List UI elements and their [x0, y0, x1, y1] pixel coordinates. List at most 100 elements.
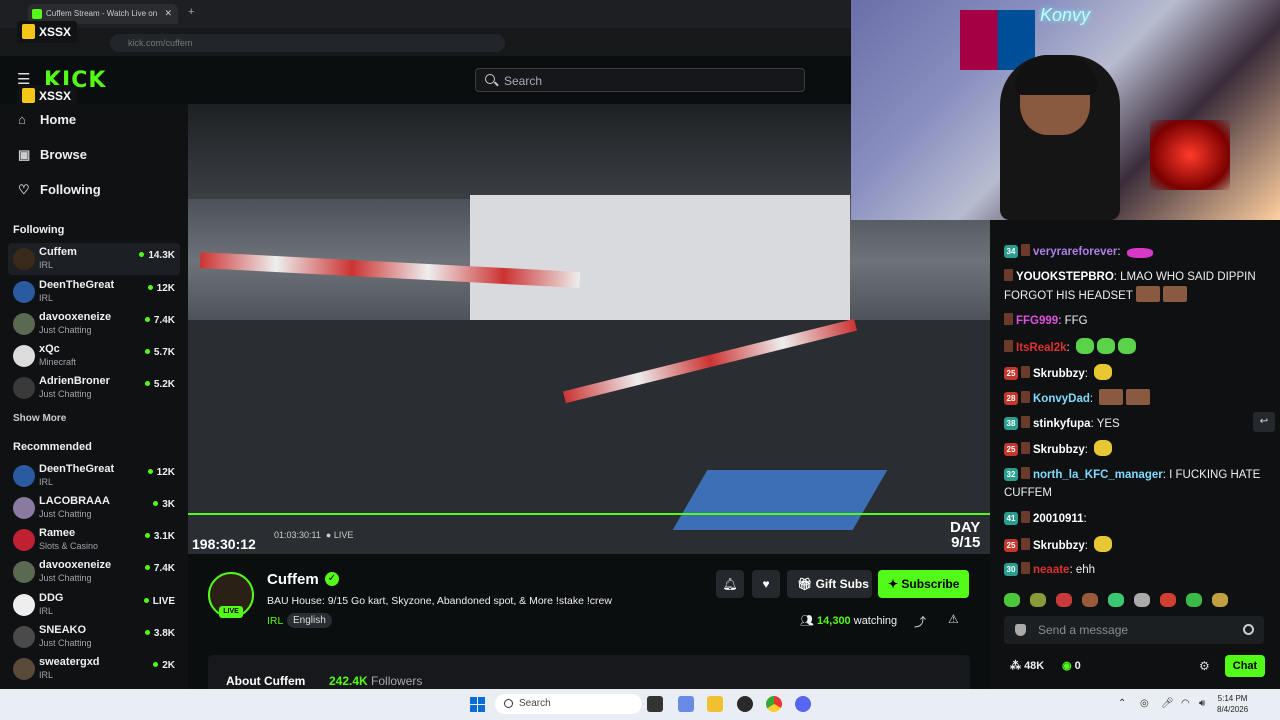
chat-username[interactable]: Skrubbzy — [1033, 444, 1085, 456]
channel-ddg[interactable]: DDG IRL LIVE — [8, 589, 180, 621]
report-icon[interactable]: ⚠ — [948, 612, 959, 626]
chat-username[interactable]: veryrareforever — [1033, 246, 1117, 258]
avatar — [13, 529, 35, 551]
users-icon: ⁂ — [1010, 660, 1021, 672]
chat-badge-icon — [1004, 340, 1013, 352]
channel-deenthegreat[interactable]: DeenTheGreat IRL 12K — [8, 460, 180, 492]
wifi-icon[interactable]: ◠ — [1181, 698, 1190, 709]
microphone-icon[interactable]: 🎤︎ — [1161, 698, 1174, 709]
channel-lacobraaa[interactable]: LACOBRAAA Just Chatting 3K — [8, 492, 180, 524]
webcam-streamer-hair — [1015, 55, 1097, 95]
emote-icon[interactable] — [1082, 593, 1098, 607]
chat-username[interactable]: Skrubbzy — [1033, 540, 1085, 552]
clock-time: 5:14 PM — [1217, 694, 1248, 703]
notification-bell-button[interactable]: 🔔︎ — [716, 570, 744, 598]
chat-username[interactable]: stinkyfupa — [1033, 418, 1091, 430]
nav-home[interactable]: ⌂ Home — [18, 112, 76, 127]
streamer-name[interactable]: Cuffem — [267, 571, 319, 588]
chat-input[interactable]: Send a message — [1004, 616, 1264, 644]
chat-username[interactable]: Skrubbzy — [1033, 368, 1085, 380]
nav-browse[interactable]: ▣ Browse — [18, 147, 87, 163]
channel-cuffem[interactable]: Cuffem IRL 14.3K — [8, 243, 180, 275]
tray-chevron-icon[interactable]: ⌃ — [1118, 698, 1126, 709]
app-icon[interactable] — [737, 696, 753, 712]
channel-category: Just Chatting — [39, 389, 92, 399]
channel-xqc[interactable]: xQc Minecraft 5.7K — [8, 340, 180, 372]
chat-username[interactable]: neaate — [1033, 564, 1069, 576]
nav-following[interactable]: ♡ Following — [18, 182, 101, 198]
avatar — [13, 377, 35, 399]
avatar — [13, 594, 35, 616]
chrome-icon[interactable] — [766, 696, 782, 712]
url-field[interactable]: kick.com/cuffem — [110, 34, 505, 52]
emote-icon[interactable] — [1212, 593, 1228, 607]
chat-username[interactable]: FFG999 — [1016, 315, 1058, 327]
emote-icon[interactable] — [1108, 593, 1124, 607]
channel-davooxeneize[interactable]: davooxeneize Just Chatting 7.4K — [8, 556, 180, 588]
language-tag[interactable]: English — [287, 613, 332, 628]
channel-deenthegreat[interactable]: DeenTheGreat IRL 12K — [8, 276, 180, 308]
chat-emote-icon — [1099, 389, 1124, 405]
network-icon[interactable]: ◎ — [1140, 698, 1149, 709]
chat-emote-icon — [1075, 338, 1094, 354]
chat-level-badge: 34 — [1004, 245, 1018, 258]
chat-send-button[interactable]: Chat — [1225, 655, 1265, 677]
taskbar-search[interactable]: Search — [495, 694, 642, 714]
chat-username[interactable]: YOUOKSTEPBRO — [1016, 271, 1114, 283]
chat-message: 32 north_la_KFC_manager: I FUCKING HATE C… — [1004, 467, 1261, 499]
chat-username[interactable]: 20010911 — [1033, 513, 1084, 525]
people-icon: 👥︎ — [800, 615, 814, 627]
chat-username[interactable]: north_la_KFC_manager — [1033, 469, 1163, 481]
viewer-count: 12K — [148, 283, 175, 294]
new-tab-icon[interactable]: + — [188, 6, 194, 18]
emoji-icon[interactable] — [1243, 624, 1254, 635]
category-link[interactable]: IRL — [267, 615, 283, 627]
video-scene-ceiling — [188, 104, 851, 199]
chat-username[interactable]: ItsReal2k — [1016, 342, 1067, 354]
emote-icon[interactable] — [1134, 593, 1150, 607]
channel-davooxeneize[interactable]: davooxeneize Just Chatting 7.4K — [8, 308, 180, 340]
emote-icon[interactable] — [1056, 593, 1072, 607]
scroll-to-bottom-icon[interactable]: ↩ — [1253, 412, 1275, 432]
heart-icon: ♥ — [762, 577, 770, 591]
verified-icon: ✓ — [325, 572, 339, 586]
discord-icon[interactable] — [795, 696, 811, 712]
chat-points-value: 0 — [1074, 660, 1081, 672]
chat-level-badge: 25 — [1004, 443, 1018, 456]
chat-badge-icon — [1021, 467, 1030, 479]
show-more-link[interactable]: Show More — [13, 413, 66, 424]
channel-name: Cuffem — [39, 246, 77, 258]
share-icon[interactable]: ⤴ — [914, 613, 926, 630]
chat-username[interactable]: KonvyDad — [1033, 393, 1090, 405]
chat-emote-icon — [1162, 286, 1187, 302]
windows-start-icon[interactable] — [470, 697, 485, 712]
follow-button[interactable]: ♥ — [752, 570, 780, 598]
channel-sweatergxd[interactable]: sweatergxd IRL 2K — [8, 653, 180, 685]
volume-icon[interactable]: 🔊︎ — [1199, 698, 1205, 709]
gift-subs-button[interactable]: 🎁︎ Gift Subs — [787, 570, 872, 598]
emote-icon[interactable] — [1004, 593, 1020, 607]
day-counter: DAY 9/15 — [950, 520, 980, 550]
viewer-count: 3K — [153, 499, 175, 510]
system-clock[interactable]: 5:14 PM 8/4/2026 — [1217, 693, 1248, 715]
video-progress-bar[interactable] — [188, 513, 990, 515]
file-explorer-icon[interactable] — [707, 696, 723, 712]
task-view-icon[interactable] — [647, 696, 663, 712]
search-input[interactable]: Search — [475, 68, 805, 92]
viewer-count: 12K — [148, 467, 175, 478]
emote-icon[interactable] — [1160, 593, 1176, 607]
avatar — [13, 345, 35, 367]
avatar — [13, 626, 35, 648]
subscribe-button[interactable]: ✦ Subscribe — [878, 570, 969, 598]
channel-ramee[interactable]: Ramee Slots & Casino 3.1K — [8, 524, 180, 556]
copilot-icon[interactable] — [678, 696, 694, 712]
channel-adrienbroner[interactable]: AdrienBroner Just Chatting 5.2K — [8, 372, 180, 404]
channel-sneako[interactable]: SNEAKO Just Chatting 3.8K — [8, 621, 180, 653]
close-tab-icon[interactable]: ✕ — [164, 8, 172, 19]
gear-icon[interactable]: ⚙ — [1199, 659, 1210, 673]
chat-badge-icon — [1021, 562, 1030, 574]
chat-text: FFG — [1064, 315, 1088, 327]
emote-icon[interactable] — [1186, 593, 1202, 607]
avatar — [13, 313, 35, 335]
emote-icon[interactable] — [1030, 593, 1046, 607]
